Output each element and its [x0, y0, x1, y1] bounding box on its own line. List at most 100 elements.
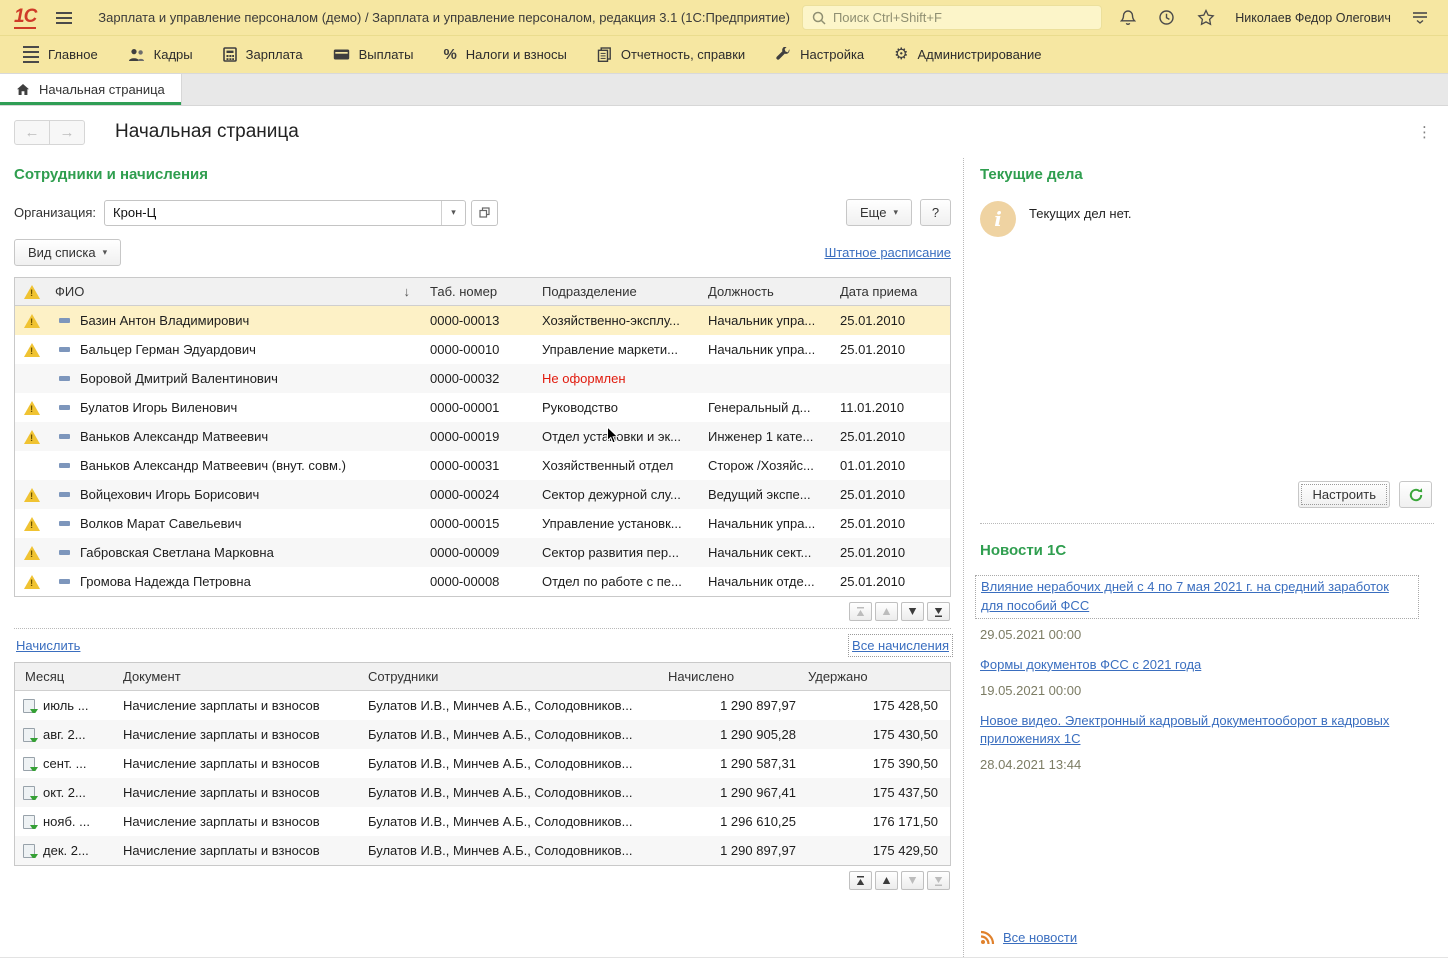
menu-item-salary[interactable]: Зарплата [208, 36, 318, 73]
global-search-input[interactable]: Поиск Ctrl+Shift+F [802, 5, 1102, 30]
scroll-down-button[interactable] [901, 602, 924, 621]
configure-button[interactable]: Настроить [1298, 481, 1390, 508]
accrual-row[interactable]: дек. 2... Начисление зарплаты и взносов … [15, 836, 950, 865]
no-tasks-text: Текущих дел нет. [1029, 206, 1132, 221]
accrual-row[interactable]: нояб. ... Начисление зарплаты и взносов … [15, 807, 950, 836]
organization-dropdown-icon[interactable]: ▾ [441, 201, 465, 225]
employee-row[interactable]: Базин Антон Владимирович 0000-00013 Хозя… [15, 306, 950, 335]
accruals-table-header[interactable]: Месяц Документ Сотрудники Начислено Удер… [15, 663, 950, 691]
menu-item-hr[interactable]: Кадры [113, 36, 208, 73]
right-panel-splitter[interactable] [980, 523, 1434, 524]
employees-table-header[interactable]: ФИО↓ Таб. номер Подразделение Должность … [15, 278, 950, 306]
scroll-up-button[interactable] [875, 871, 898, 890]
news-link[interactable]: Влияние нерабочих дней с 4 по 7 мая 2021… [981, 578, 1413, 616]
scroll-last-button[interactable] [927, 602, 950, 621]
employee-row[interactable]: Бальцер Герман Эдуардович 0000-00010 Упр… [15, 335, 950, 364]
forward-button[interactable]: → [49, 120, 85, 145]
menu-item-main[interactable]: Главное [8, 36, 113, 73]
titlebar: 1С Зарплата и управление персоналом (дем… [0, 0, 1448, 36]
refresh-button[interactable] [1399, 481, 1432, 508]
news-link[interactable]: Новое видео. Электронный кадровый докуме… [980, 712, 1412, 750]
news-date: 19.05.2021 00:00 [980, 683, 1434, 698]
employee-row[interactable]: Габровская Светлана Марковна 0000-00009 … [15, 538, 950, 567]
info-icon: i [980, 201, 1016, 237]
employee-status-icon [59, 376, 70, 381]
more-actions-kebab-icon[interactable]: ⋮ [1417, 123, 1432, 141]
col-document: Документ [117, 669, 362, 684]
employee-row[interactable]: Булатов Игорь Виленович 0000-00001 Руков… [15, 393, 950, 422]
scroll-last-button[interactable] [927, 871, 950, 890]
employee-row[interactable]: Боровой Дмитрий Валентинович 0000-00032 … [15, 364, 950, 393]
system-menu-icon[interactable] [1407, 5, 1434, 31]
help-button[interactable]: ? [920, 199, 951, 226]
history-icon[interactable] [1153, 5, 1180, 31]
scroll-first-button[interactable] [849, 602, 872, 621]
menu-item-settings[interactable]: Настройка [760, 36, 879, 73]
posted-document-icon [23, 699, 35, 713]
organization-combobox[interactable]: Крон-Ц ▾ [104, 200, 466, 226]
accrual-row[interactable]: июль ... Начисление зарплаты и взносов Б… [15, 691, 950, 720]
scroll-up-button[interactable] [875, 602, 898, 621]
employee-row[interactable]: Ваньков Александр Матвеевич 0000-00019 О… [15, 422, 950, 451]
scroll-down-button[interactable] [901, 871, 924, 890]
percent-icon: % [443, 46, 456, 63]
main-menu-icon[interactable] [56, 12, 72, 24]
menu-item-administration[interactable]: ⚙ Администрирование [879, 36, 1056, 73]
more-button[interactable]: Еще▾ [846, 199, 912, 226]
news-date: 29.05.2021 00:00 [980, 627, 1434, 642]
panel-splitter[interactable] [14, 628, 951, 629]
menu-item-taxes[interactable]: % Налоги и взносы [428, 36, 581, 73]
organization-choose-button[interactable] [471, 200, 498, 226]
refresh-icon [1408, 487, 1424, 503]
employee-row[interactable]: Войцехович Игорь Борисович 0000-00024 Се… [15, 480, 950, 509]
not-registered-label: Не оформлен [536, 371, 702, 386]
choose-icon [479, 207, 490, 218]
employees-section-title: Сотрудники и начисления [14, 166, 951, 183]
news-date: 28.04.2021 13:44 [980, 757, 1434, 772]
all-news-link[interactable]: Все новости [1003, 930, 1077, 945]
1c-logo-icon: 1С [14, 7, 36, 29]
news-item[interactable]: Влияние нерабочих дней с 4 по 7 мая 2021… [975, 575, 1419, 619]
accrual-row[interactable]: окт. 2... Начисление зарплаты и взносов … [15, 778, 950, 807]
staffing-schedule-link[interactable]: Штатное расписание [824, 245, 951, 260]
tab-home[interactable]: Начальная страница [0, 74, 182, 105]
accrue-link[interactable]: Начислить [16, 638, 80, 653]
home-page-content: Сотрудники и начисления Организация: Кро… [0, 152, 1448, 958]
news-link[interactable]: Формы документов ФСС с 2021 года [980, 656, 1412, 675]
list-view-button[interactable]: Вид списка▾ [14, 239, 121, 266]
warning-icon [24, 575, 40, 589]
accrual-row[interactable]: авг. 2... Начисление зарплаты и взносов … [15, 720, 950, 749]
employee-status-icon [59, 405, 70, 410]
col-month: Месяц [15, 669, 117, 684]
calculator-icon [223, 47, 237, 62]
employee-row[interactable]: Волков Марат Савельевич 0000-00015 Управ… [15, 509, 950, 538]
posted-document-icon [23, 786, 35, 800]
warning-icon [24, 314, 40, 328]
warning-icon [24, 546, 40, 560]
sections-icon [23, 46, 39, 63]
scroll-first-button[interactable] [849, 871, 872, 890]
col-employees: Сотрудники [362, 669, 662, 684]
col-accrued: Начислено [662, 669, 802, 684]
employees-table-pager [14, 597, 951, 625]
all-accruals-link[interactable]: Все начисления [852, 638, 949, 653]
current-user[interactable]: Николаев Федор Олегович [1235, 11, 1391, 25]
current-tasks-panel: Текущие дела i Текущих дел нет. Настроит… [980, 158, 1434, 520]
back-button[interactable]: ← [14, 120, 50, 145]
panels-splitter[interactable] [963, 158, 964, 957]
organization-label: Организация: [14, 205, 96, 220]
employee-row[interactable]: Ваньков Александр Матвеевич (внут. совм.… [15, 451, 950, 480]
search-placeholder: Поиск Ctrl+Shift+F [833, 10, 942, 25]
accrual-row[interactable]: сент. ... Начисление зарплаты и взносов … [15, 749, 950, 778]
organization-value: Крон-Ц [105, 201, 441, 225]
menu-item-payments[interactable]: Выплаты [318, 36, 429, 73]
col-position: Должность [702, 284, 834, 299]
warning-icon [24, 488, 40, 502]
favorites-star-icon[interactable] [1192, 5, 1219, 31]
menu-item-reports[interactable]: Отчетность, справки [582, 36, 760, 73]
wallet-icon [333, 48, 350, 61]
app-title: Зарплата и управление персоналом (демо) … [98, 10, 790, 25]
warning-icon [24, 401, 40, 415]
employee-row[interactable]: Громова Надежда Петровна 0000-00008 Отде… [15, 567, 950, 596]
notifications-bell-icon[interactable] [1114, 5, 1141, 31]
